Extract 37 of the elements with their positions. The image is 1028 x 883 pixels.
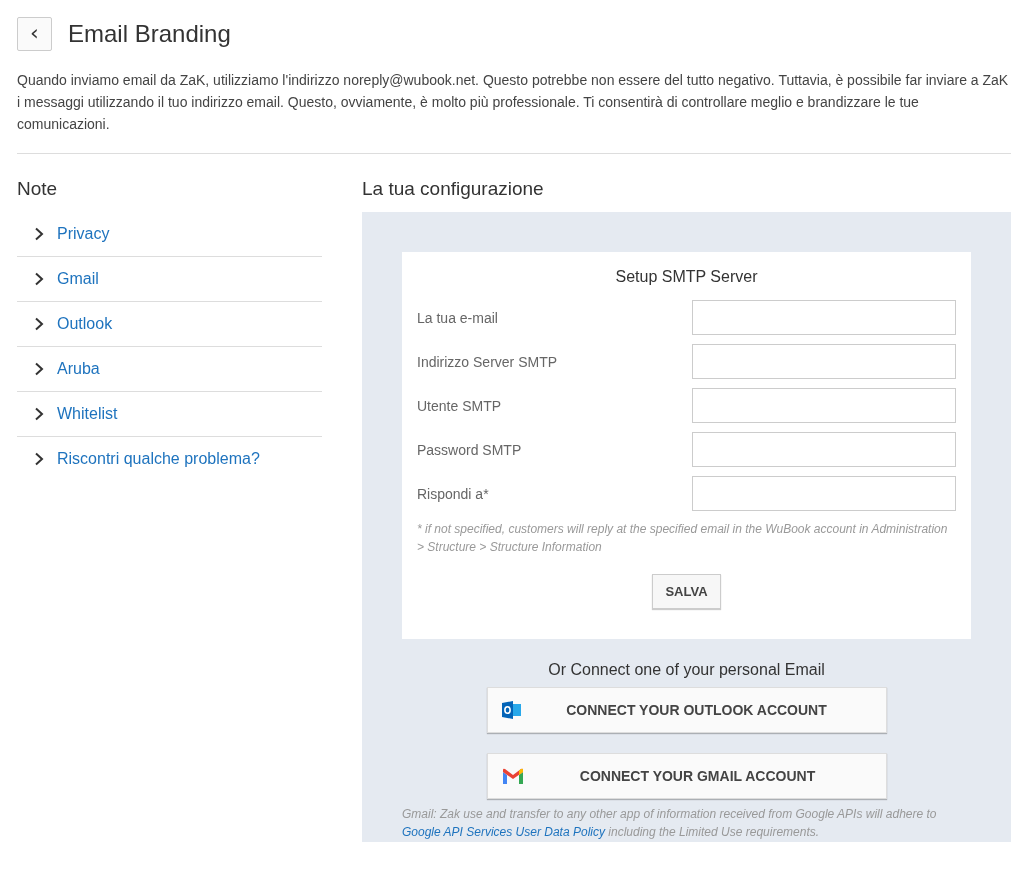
chevron-icon: [34, 272, 44, 286]
input-field[interactable]: [692, 432, 956, 467]
gmail-disclaimer: Gmail: Zak use and transfer to any other app of information received from Google APIs will adhere to Google API Services User Data Policy including the Limited Use requirements.: [402, 806, 938, 841]
note-item[interactable]: Aruba: [17, 347, 322, 392]
input-field[interactable]: [692, 388, 956, 423]
chevron-icon: [34, 317, 44, 331]
input-field[interactable]: [692, 300, 956, 335]
field-label: Password SMTP: [417, 441, 522, 458]
page-title: Email Branding: [68, 20, 231, 48]
note-item[interactable]: Privacy: [17, 212, 322, 257]
chevron-icon: [34, 452, 44, 466]
notes-heading: Note: [17, 178, 59, 200]
field-label: Indirizzo Server SMTP: [417, 353, 558, 370]
chevron-icon: [34, 407, 44, 421]
input-field[interactable]: [692, 344, 956, 379]
config-heading: La tua configurazione: [362, 178, 545, 200]
field-label: Utente SMTP: [417, 397, 502, 414]
note-item[interactable]: Whitelist: [17, 392, 322, 437]
field-label: La tua e-mail: [417, 309, 498, 326]
outlook-icon: [501, 701, 522, 719]
note-item[interactable]: Gmail: [17, 257, 322, 302]
intro-paragraph: Quando inviamo email da ZaK, utilizziamo l'indirizzo noreply@wubook.net. Questo potrebbe non essere del tutto negativo. Tuttavia, è possibile far inviare a ZaK i messaggi utilizzando il tuo indirizzo email. Questo, ovviamente, è molto più professionale. Ti consentirà di controllare meglio e brandizzare le tue comunicazioni.: [17, 71, 1010, 134]
connect-heading: Or Connect one of your personal Email: [547, 661, 826, 679]
smtp-title: Setup SMTP Server: [614, 268, 759, 286]
back-button[interactable]: ‹: [17, 17, 52, 51]
note-item[interactable]: Outlook: [17, 302, 322, 347]
gmail-icon: [501, 767, 524, 785]
connect-button[interactable]: CONNECT YOUR GMAIL ACCOUNT: [486, 753, 887, 799]
save-button[interactable]: SALVA: [652, 574, 721, 609]
note-item[interactable]: Riscontri qualche problema?: [17, 437, 322, 481]
input-field[interactable]: [692, 476, 956, 511]
chevron-icon: [34, 362, 44, 376]
connect-button[interactable]: CONNECT YOUR OUTLOOK ACCOUNT: [486, 687, 887, 733]
chevron-icon: [34, 227, 44, 241]
policy-link[interactable]: Google API Services User Data Policy: [402, 825, 605, 839]
hint-text: * if not specified, customers will reply at the specified email in the WuBook account in Administration > Structure > Structure Information: [417, 521, 949, 556]
field-label: Rispondi a*: [417, 485, 489, 502]
